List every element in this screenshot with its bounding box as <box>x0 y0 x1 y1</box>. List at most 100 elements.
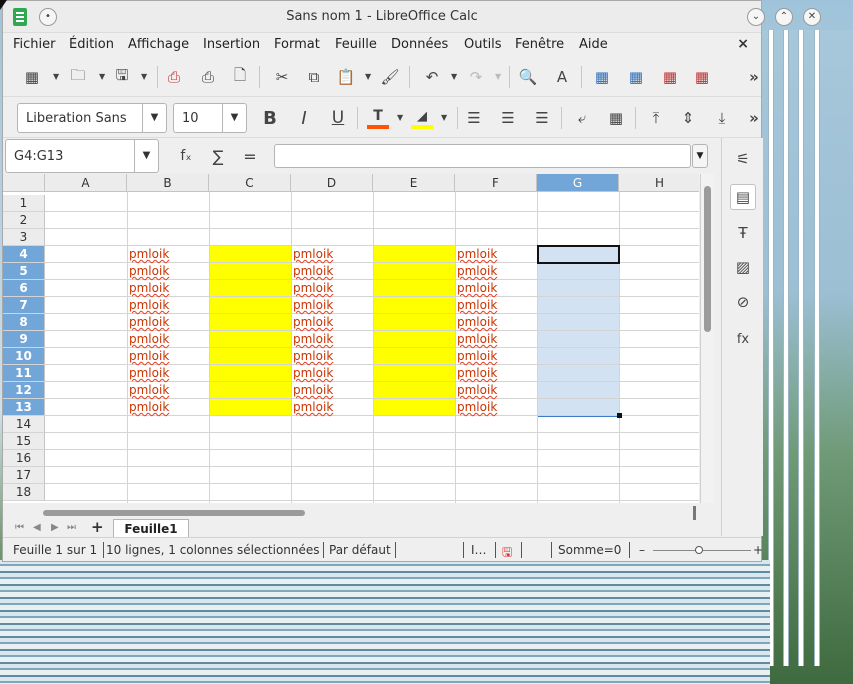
spelling-icon[interactable]: A <box>551 66 573 88</box>
bold-button[interactable]: B <box>259 107 281 129</box>
redo-icon[interactable]: ↷ <box>465 66 487 88</box>
sum-button[interactable]: ∑ <box>207 145 229 167</box>
maximize-button[interactable]: ⌃ <box>775 8 793 26</box>
sum-value[interactable]: Somme=0 <box>558 543 621 557</box>
chevron-down-icon[interactable]: ▼ <box>142 104 166 132</box>
menu-edition[interactable]: Édition <box>69 37 114 52</box>
cell-b10[interactable]: pmloik <box>129 348 169 365</box>
chevron-down-icon[interactable]: ▼ <box>397 107 405 129</box>
row-header-6[interactable]: 6 <box>3 280 45 297</box>
first-sheet-icon[interactable]: ⏮ <box>15 522 24 533</box>
page-style[interactable]: Par défaut <box>329 543 391 557</box>
scroll-thumb[interactable] <box>704 186 711 332</box>
document-modified-icon[interactable]: 🖫 <box>502 543 512 564</box>
column-header-g[interactable]: G <box>537 174 619 192</box>
close-document-button[interactable]: × <box>737 36 749 52</box>
selection-mode[interactable]: I… <box>471 543 487 557</box>
cell-f8[interactable]: pmloik <box>457 314 497 331</box>
cell-d5[interactable]: pmloik <box>293 263 333 280</box>
cell-d13[interactable]: pmloik <box>293 399 333 416</box>
cut-icon[interactable]: ✂ <box>271 66 293 88</box>
zoom-out-button[interactable]: – <box>639 543 645 557</box>
scroll-splitter[interactable] <box>693 506 696 520</box>
print-icon[interactable]: ⎙ <box>197 66 219 88</box>
cell-f4[interactable]: pmloik <box>457 246 497 263</box>
next-sheet-icon[interactable]: ▶ <box>51 522 59 533</box>
chevron-down-icon[interactable]: ▼ <box>495 66 503 88</box>
sheet-tab[interactable]: Feuille1 <box>113 519 189 539</box>
select-all-corner[interactable] <box>3 174 45 192</box>
sidebar-settings-icon[interactable]: ⚟ <box>730 146 756 172</box>
align-middle-icon[interactable]: ⇕ <box>677 107 699 129</box>
chevron-down-icon[interactable]: ▼ <box>99 66 107 88</box>
row-header-10[interactable]: 10 <box>3 348 45 365</box>
name-box[interactable]: G4:G13 ▼ <box>5 139 159 173</box>
horizontal-scroll-thumb[interactable] <box>43 510 305 516</box>
highlight-color-icon[interactable]: ◢ <box>411 105 433 127</box>
chevron-down-icon[interactable]: ▼ <box>134 140 158 172</box>
align-center-icon[interactable]: ☰ <box>497 107 519 129</box>
align-left-icon[interactable]: ☰ <box>463 107 485 129</box>
row-icon[interactable]: ▦ <box>591 66 613 88</box>
row-header-9[interactable]: 9 <box>3 331 45 348</box>
cell-f10[interactable]: pmloik <box>457 348 497 365</box>
wrap-text-icon[interactable]: ⤶ <box>571 107 593 129</box>
column-header-a[interactable]: A <box>45 174 127 192</box>
column-header-d[interactable]: D <box>291 174 373 192</box>
styles-icon[interactable]: Ŧ <box>730 220 756 246</box>
toolbar-overflow-icon[interactable]: » <box>743 107 765 129</box>
row-header-11[interactable]: 11 <box>3 365 45 382</box>
row-header-3[interactable]: 3 <box>3 229 45 246</box>
row-header-18[interactable]: 18 <box>3 484 45 501</box>
menu-outils[interactable]: Outils <box>464 37 502 52</box>
column-header-f[interactable]: F <box>455 174 537 192</box>
chevron-down-icon[interactable]: ▼ <box>451 66 459 88</box>
menu-format[interactable]: Format <box>274 37 320 52</box>
menu-affichage[interactable]: Affichage <box>128 37 189 52</box>
delete-row-icon[interactable]: ▦ <box>659 66 681 88</box>
font-color-icon[interactable]: T <box>367 105 389 127</box>
cell-b4[interactable]: pmloik <box>129 246 169 263</box>
chevron-down-icon[interactable]: ▼ <box>441 107 449 129</box>
print-preview-icon[interactable]: 🗋 <box>229 66 251 88</box>
row-header-12[interactable]: 12 <box>3 382 45 399</box>
cell-b8[interactable]: pmloik <box>129 314 169 331</box>
cell-b5[interactable]: pmloik <box>129 263 169 280</box>
cell-f7[interactable]: pmloik <box>457 297 497 314</box>
column-icon[interactable]: ▦ <box>625 66 647 88</box>
menu-feuille[interactable]: Feuille <box>335 37 377 52</box>
row-header-2[interactable]: 2 <box>3 212 45 229</box>
align-bottom-icon[interactable]: ⤓ <box>711 107 733 129</box>
chevron-down-icon[interactable]: ▼ <box>53 66 61 88</box>
row-header-5[interactable]: 5 <box>3 263 45 280</box>
cell-b13[interactable]: pmloik <box>129 399 169 416</box>
add-sheet-button[interactable]: + <box>91 518 104 536</box>
menu-aide[interactable]: Aide <box>579 37 608 52</box>
row-header-4[interactable]: 4 <box>3 246 45 263</box>
underline-button[interactable]: U <box>327 107 349 129</box>
merge-cells-icon[interactable]: ▦ <box>605 107 627 129</box>
expand-formula-button[interactable]: ▼ <box>692 144 708 168</box>
gallery-icon[interactable]: ▨ <box>730 254 756 280</box>
navigator-icon[interactable]: ⊘ <box>730 289 756 315</box>
cell-b11[interactable]: pmloik <box>129 365 169 382</box>
row-header-16[interactable]: 16 <box>3 450 45 467</box>
cell-f13[interactable]: pmloik <box>457 399 497 416</box>
formula-button[interactable]: = <box>239 145 261 167</box>
title-bar[interactable]: • Sans nom 1 - LibreOffice Calc ⌄ ⌃ ✕ <box>3 1 821 33</box>
row-header-1[interactable]: 1 <box>3 195 45 212</box>
row-header-7[interactable]: 7 <box>3 297 45 314</box>
cell-b7[interactable]: pmloik <box>129 297 169 314</box>
selected-range[interactable] <box>537 246 620 417</box>
cell-f6[interactable]: pmloik <box>457 280 497 297</box>
vertical-scrollbar[interactable] <box>700 174 714 503</box>
cell-d9[interactable]: pmloik <box>293 331 333 348</box>
cell-d4[interactable]: pmloik <box>293 246 333 263</box>
align-right-icon[interactable]: ☰ <box>531 107 553 129</box>
zoom-in-button[interactable]: + <box>753 543 763 557</box>
function-wizard-button[interactable]: fₓ <box>175 145 197 167</box>
column-header-h[interactable]: H <box>619 174 699 192</box>
cell-d11[interactable]: pmloik <box>293 365 333 382</box>
find-replace-icon[interactable]: 🔍 <box>517 66 539 88</box>
fill-handle[interactable] <box>617 413 622 418</box>
